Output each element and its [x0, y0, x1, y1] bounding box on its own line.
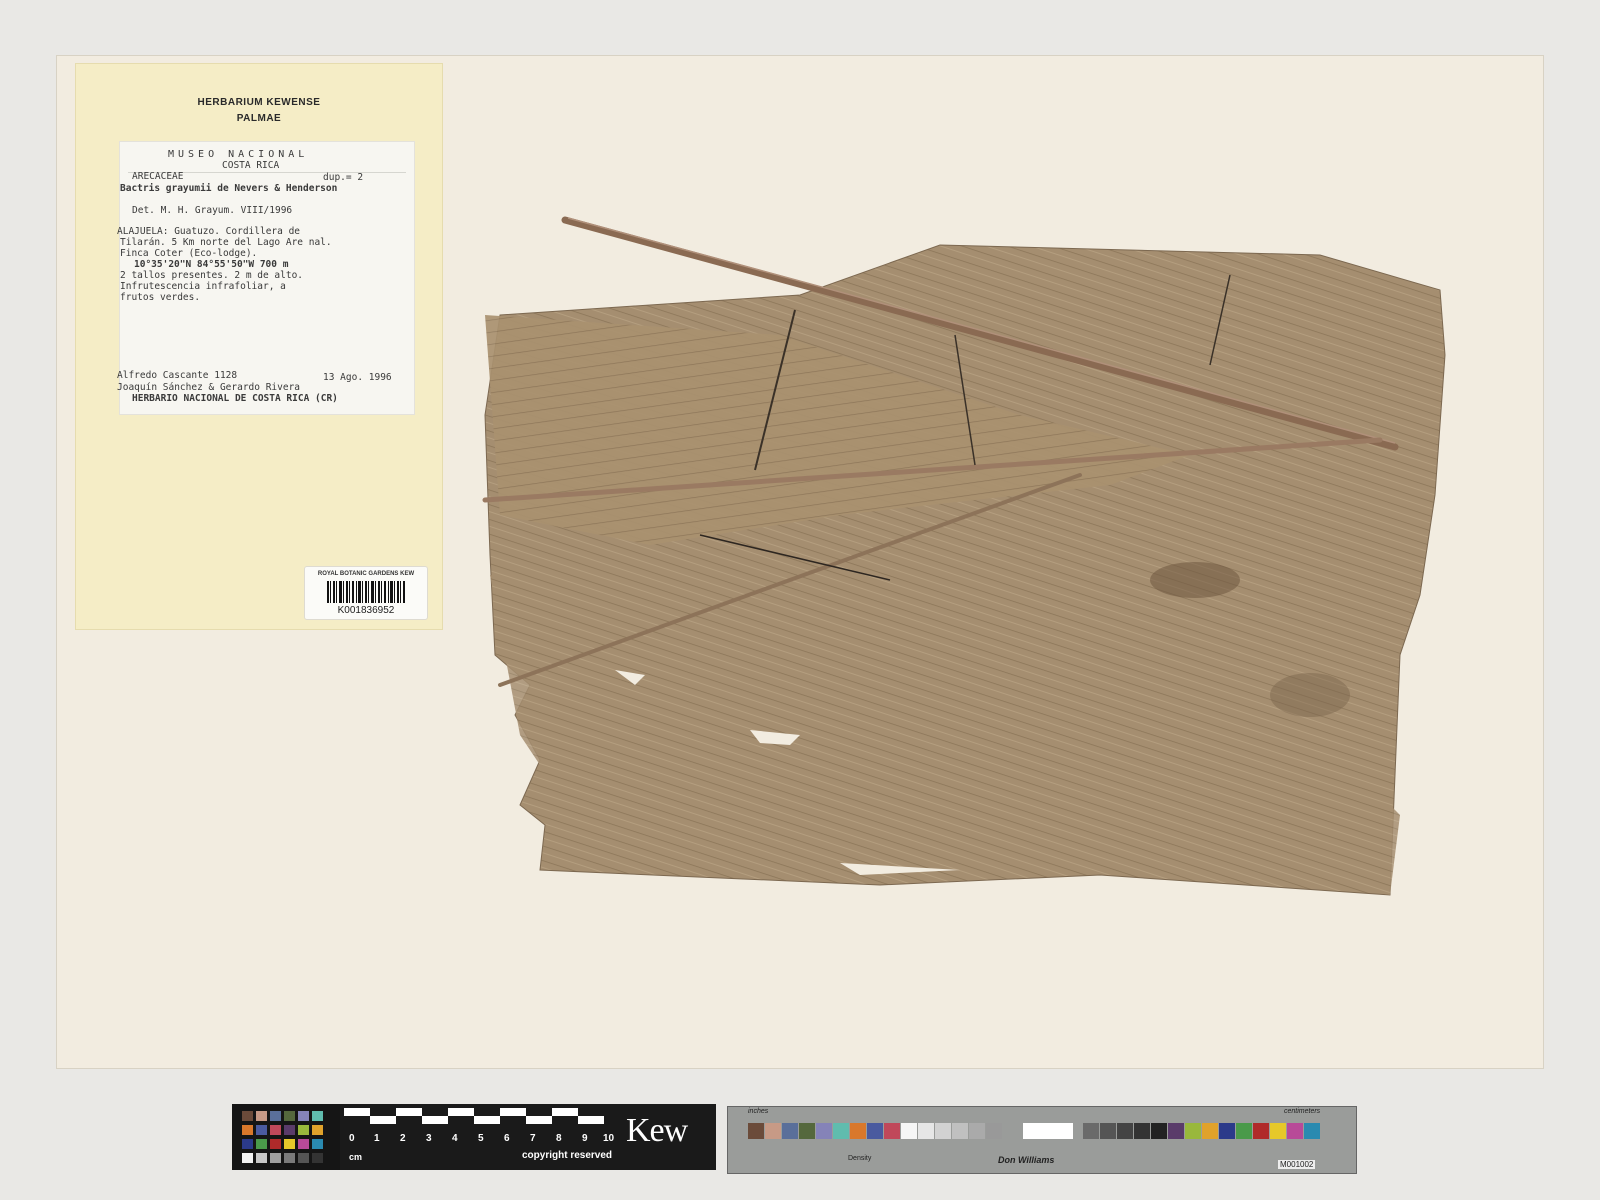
barcode-icon [327, 581, 405, 603]
barcode-number: K001836952 [337, 605, 395, 616]
palm-leaf-specimen [482, 216, 1446, 896]
label-description-2: Infrutescencia infrafoliar, a [120, 281, 286, 292]
barcode-header: ROYAL BOTANIC GARDENS KEW [317, 571, 415, 577]
target-centimeters-label: centimeters [1284, 1108, 1321, 1115]
ruler-number: 5 [478, 1133, 484, 1144]
ruler-number: 2 [400, 1133, 406, 1144]
label-country: COSTA RICA [222, 160, 280, 171]
ruler-number: 10 [603, 1133, 615, 1144]
target-density-label: Density [848, 1155, 872, 1162]
label-collector: Alfredo Cascante 1128 [117, 370, 238, 381]
label-coordinates: 10°35'20"N 84°55'50"W 700 m [134, 259, 289, 270]
ruler-number: 9 [582, 1133, 588, 1144]
target-brand: Don Williams [998, 1155, 1055, 1165]
copyright-text: copyright reserved [522, 1150, 613, 1161]
label-locality-3: Finca Coter (Eco-lodge). [120, 248, 258, 259]
target-inches-label: inches [748, 1108, 769, 1115]
folder-title: HERBARIUM KEWENSE [197, 97, 321, 108]
label-description-3: frutos verdes. [120, 292, 201, 303]
label-locality-1: ALAJUELA: Guatuzo. Cordillera de [117, 226, 301, 237]
label-family: ARECACEAE [132, 171, 184, 182]
label-species: Bactris grayumii de Nevers & Henderson [120, 183, 338, 194]
label-date: 13 Ago. 1996 [323, 372, 392, 383]
ruler-number: 4 [452, 1133, 458, 1144]
label-herbarium: HERBARIO NACIONAL DE COSTA RICA (CR) [132, 393, 338, 404]
leaf-dark-patch-2 [1270, 673, 1350, 717]
ruler-number: 6 [504, 1133, 510, 1144]
collection-label: MUSEO NACIONAL COSTA RICA ARECACEAE dup.… [117, 141, 415, 415]
kew-logo: Kew [626, 1112, 688, 1149]
ruler-number: 7 [530, 1133, 536, 1144]
barcode-label: ROYAL BOTANIC GARDENS KEW K001836952 [304, 566, 428, 620]
target-code: M001002 [1278, 1160, 1316, 1169]
ruler-number: 0 [349, 1133, 355, 1144]
label-museum: MUSEO NACIONAL [168, 149, 309, 160]
label-determiner: Det. M. H. Grayum. VIII/1996 [132, 205, 293, 216]
target-swatches [748, 1123, 1320, 1139]
ruler-unit: cm [349, 1152, 363, 1162]
label-co-collectors: Joaquín Sánchez & Gerardo Rivera [117, 382, 301, 393]
ruler-number: 1 [374, 1133, 380, 1144]
ruler-number: 8 [556, 1133, 562, 1144]
ruler-number: 3 [426, 1133, 432, 1144]
label-description-1: 2 tallos presentes. 2 m de alto. [120, 270, 304, 281]
leaf-dark-patch [1150, 562, 1240, 598]
color-target-card: inches centimeters Density Don Williams … [727, 1106, 1357, 1174]
folder-subtitle: PALMAE [236, 113, 282, 124]
label-locality-2: Tilarán. 5 Km norte del Lago Are nal. [120, 237, 332, 248]
label-dup: dup.= 2 [323, 172, 364, 183]
